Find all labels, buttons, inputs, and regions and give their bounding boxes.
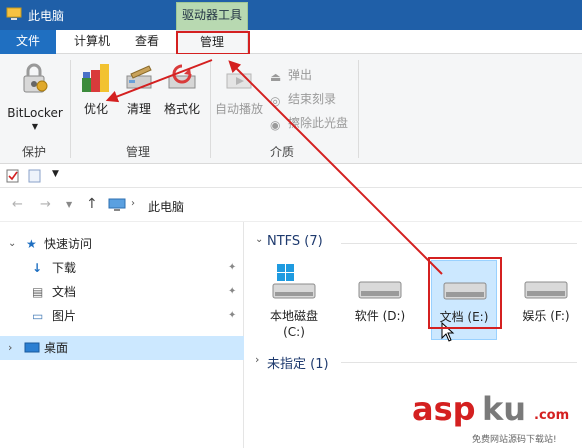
nav-item-downloads[interactable]: ↓ 下载 ✦	[0, 256, 244, 280]
chevron-down-icon[interactable]: ⌄	[8, 232, 16, 256]
chevron-down-icon: ▼	[31, 122, 39, 131]
forward-arrow-icon[interactable]: →	[40, 197, 51, 212]
breadcrumb-this-pc[interactable]: 此电脑	[148, 198, 184, 215]
title-bar: 此电脑	[0, 0, 582, 30]
group-label-protect: 保护	[22, 145, 47, 159]
nav-item-desktop[interactable]: › 桌面	[0, 336, 244, 360]
drive-f[interactable]: 娱乐 (F:)	[513, 260, 579, 340]
nav-item-label: 桌面	[44, 341, 69, 355]
tab-view[interactable]: 查看	[124, 30, 170, 54]
cleanup-button[interactable]: 清理	[120, 62, 158, 118]
nav-quick-access-label: 快速访问	[44, 237, 93, 251]
address-bar: ← → ▼ ↑ › 此电脑	[0, 188, 582, 222]
optimize-label: 优化	[83, 102, 108, 116]
finish-burning-button[interactable]: ◎ 结束刻录	[270, 90, 337, 108]
pin-icon[interactable]: ✦	[228, 304, 236, 328]
hard-drive-icon	[358, 281, 402, 299]
this-pc-icon	[6, 7, 22, 20]
pin-icon[interactable]: ✦	[228, 280, 236, 304]
quick-access-toolbar: ▼	[0, 164, 582, 188]
breadcrumb-separator-icon[interactable]: ›	[131, 198, 135, 209]
drive-d[interactable]: 软件 (D:)	[343, 260, 417, 340]
section-divider	[341, 362, 577, 363]
watermark-suffix: .com	[534, 408, 570, 423]
group-divider	[210, 60, 211, 158]
up-arrow-icon[interactable]: ↑	[86, 196, 98, 212]
group-label-media: 介质	[270, 145, 295, 159]
autoplay-button[interactable]: 自动播放	[212, 62, 266, 118]
windows-drive-icon	[272, 264, 316, 299]
watermark: asp ku .com 免费网站源码下载站!	[412, 390, 582, 448]
eject-button[interactable]: ⏏ 弹出	[270, 66, 313, 84]
group-divider	[70, 60, 71, 158]
customize-qat-icon[interactable]: ▼	[52, 169, 59, 179]
desktop-icon	[24, 342, 40, 353]
bitlocker-label: BitLocker	[7, 106, 63, 120]
download-icon: ↓	[32, 261, 43, 275]
tab-computer[interactable]: 计算机	[62, 30, 122, 54]
back-arrow-icon[interactable]: ←	[12, 197, 23, 212]
navigation-pane: ⌄ ★ 快速访问 ↓ 下载 ✦ ▤ 文档 ✦ ▭ 图片 ✦ › 桌面	[0, 222, 244, 448]
tab-file[interactable]: 文件	[0, 30, 56, 54]
chevron-right-icon[interactable]: ›	[8, 336, 12, 360]
group-divider	[358, 60, 359, 158]
drive-e-highlight	[428, 257, 502, 329]
chevron-right-icon[interactable]: ›	[255, 353, 259, 366]
picture-icon: ▭	[32, 309, 44, 323]
erase-disc-button[interactable]: ◉ 擦除此光盘	[270, 114, 349, 132]
eject-label: 弹出	[288, 68, 313, 82]
nav-item-label: 文档	[52, 285, 77, 299]
nav-item-label: 图片	[52, 309, 77, 323]
contextual-tab-drive-tools: 驱动器工具	[176, 2, 248, 30]
nav-item-pictures[interactable]: ▭ 图片 ✦	[0, 304, 244, 328]
cleanup-icon	[126, 65, 152, 89]
properties-icon[interactable]	[6, 169, 20, 183]
drive-label: 软件 (D:)	[354, 309, 406, 323]
autoplay-label: 自动播放	[214, 102, 263, 116]
optimize-icon	[82, 64, 109, 92]
ribbon: BitLocker ▼ 保护 优化 清理 格式化 管理 自动播放 ⏏ 弹出 ◎ …	[0, 54, 582, 164]
disc-icon: ◎	[270, 94, 281, 108]
watermark-brand: asp	[412, 390, 476, 428]
nav-item-documents[interactable]: ▤ 文档 ✦	[0, 280, 244, 304]
section-divider	[341, 243, 577, 244]
pin-icon[interactable]: ✦	[228, 256, 236, 280]
nav-item-label: 下载	[52, 261, 77, 275]
this-pc-icon	[108, 198, 126, 211]
erase-disc-label: 擦除此光盘	[288, 116, 349, 130]
drive-c[interactable]: 本地磁盘 (C:)	[257, 260, 331, 346]
document-icon: ▤	[32, 285, 44, 299]
finish-burning-label: 结束刻录	[288, 92, 337, 106]
format-icon	[168, 64, 196, 89]
bitlocker-button[interactable]: BitLocker ▼	[4, 62, 66, 140]
optimize-button[interactable]: 优化	[76, 62, 116, 118]
format-label: 格式化	[163, 102, 200, 116]
erase-disc-icon: ◉	[270, 118, 281, 132]
cleanup-label: 清理	[126, 102, 151, 116]
new-folder-icon[interactable]	[28, 169, 42, 183]
watermark-tagline: 免费网站源码下载站!	[472, 435, 557, 445]
section-unspecified-header[interactable]: 未指定 (1)	[267, 353, 329, 372]
format-button[interactable]: 格式化	[160, 62, 204, 118]
hard-drive-icon	[524, 281, 568, 299]
section-ntfs-header[interactable]: NTFS (7)	[267, 234, 323, 249]
bitlocker-icon	[23, 63, 48, 93]
watermark-brand2: ku	[482, 390, 527, 428]
window-title: 此电脑	[28, 9, 65, 23]
star-icon: ★	[26, 237, 37, 251]
recent-dropdown-icon[interactable]: ▼	[66, 200, 72, 209]
manage-tab-highlight	[176, 31, 250, 55]
chevron-down-icon[interactable]: ⌄	[255, 234, 263, 245]
eject-icon: ⏏	[270, 70, 282, 84]
ribbon-tab-bar: 文件 计算机 查看 管理	[0, 30, 582, 54]
drive-label: 本地磁盘	[269, 309, 318, 323]
drive-letter: (C:)	[283, 325, 305, 339]
nav-quick-access[interactable]: ⌄ ★ 快速访问	[0, 232, 244, 256]
group-label-manage: 管理	[126, 145, 151, 159]
autoplay-icon	[226, 73, 252, 89]
drive-label: 娱乐 (F:)	[522, 309, 570, 323]
